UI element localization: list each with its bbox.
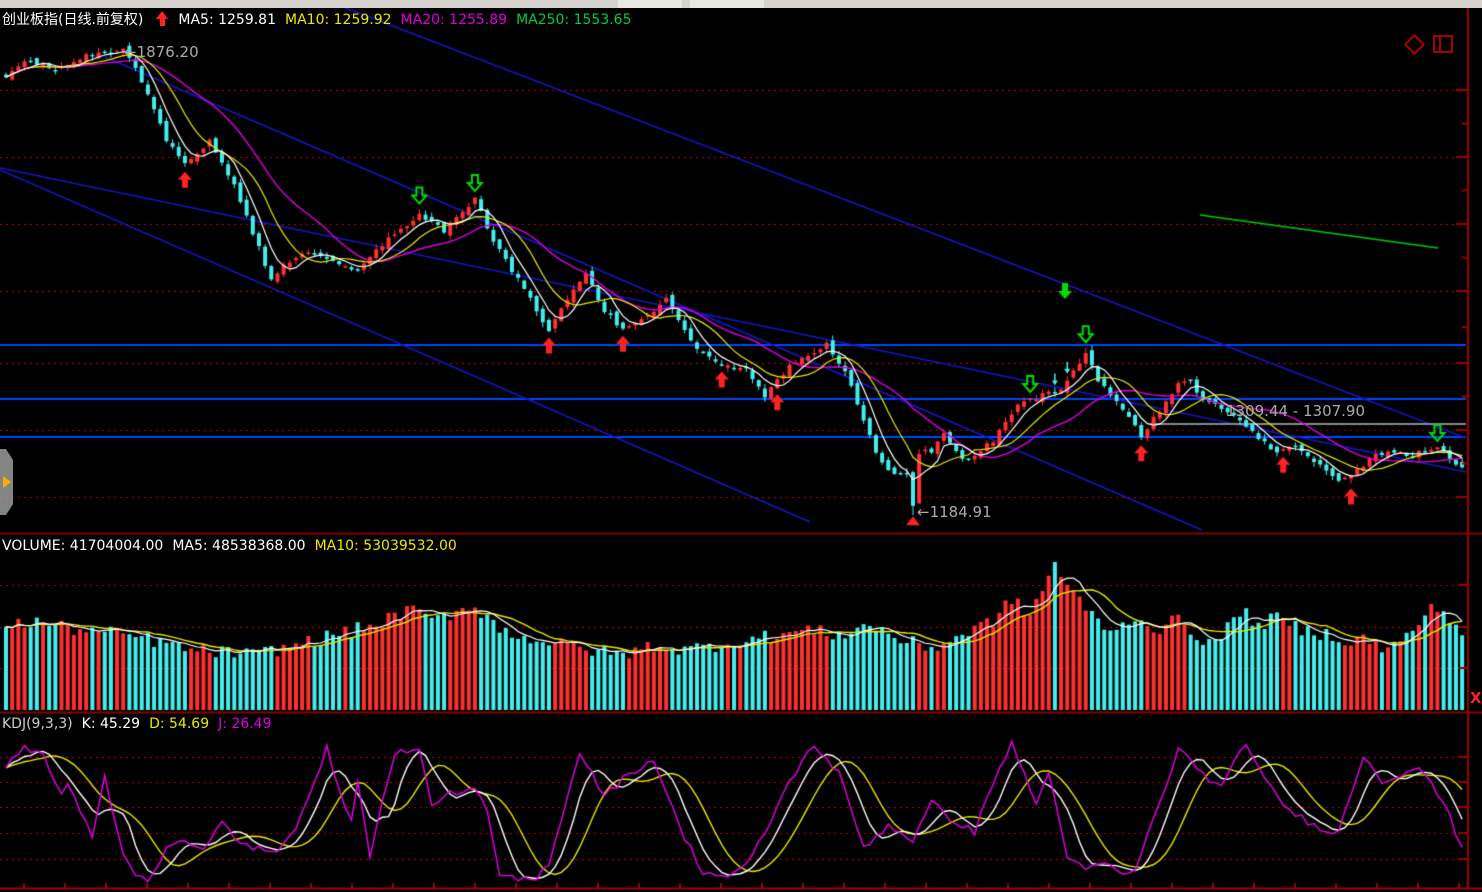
close-indicator-icon[interactable]: X	[1470, 689, 1482, 707]
pointer-left-icon: ←	[917, 503, 930, 521]
kdj-d-value: D: 54.69	[149, 716, 209, 732]
kdj-params: KDJ(9,3,3)	[2, 716, 73, 732]
volume-value: VOLUME: 41704004.00	[2, 538, 163, 554]
chart-canvas[interactable]	[0, 0, 1482, 892]
trading-app-window: 创业板指(日线.前复权) MA5: 1259.81 MA10: 1259.92 MA2…	[0, 0, 1482, 892]
window-top-toolbar-edge	[0, 0, 1482, 8]
ma10-value: MA10: 1259.92	[285, 12, 392, 28]
kdj-j-value: J: 26.49	[218, 716, 271, 732]
volume-ma5-value: MA5: 48538368.00	[172, 538, 305, 554]
kdj-k-value: K: 45.29	[82, 716, 140, 732]
volume-ma10-value: MA10: 53039532.00	[315, 538, 457, 554]
split-window-icon[interactable]	[1433, 35, 1453, 53]
pointer-left-icon: ←	[124, 43, 137, 61]
kdj-header: KDJ(9,3,3) K: 45.29 D: 54.69 J: 26.49	[2, 716, 280, 732]
toolbar-fragment	[690, 0, 764, 8]
up-arrow-icon	[156, 11, 169, 26]
volume-header: VOLUME: 41704004.00 MA5: 48538368.00 MA10:…	[2, 538, 466, 554]
ma5-value: MA5: 1259.81	[178, 12, 276, 28]
expand-arrow-icon	[3, 476, 11, 488]
toolbar-fragment	[618, 0, 682, 8]
sidebar-expand-handle[interactable]	[0, 449, 13, 515]
main-chart-header: 创业板指(日线.前复权) MA5: 1259.81 MA10: 1259.92 MA2…	[2, 9, 641, 29]
ma250-value: MA250: 1553.65	[516, 12, 631, 28]
high-price-label: ←1876.20	[124, 43, 199, 61]
low-price-label: ←1184.91	[917, 503, 992, 521]
price-range-label: 1309.44 - 1307.90	[1226, 402, 1365, 420]
instrument-title: 创业板指(日线.前复权)	[2, 12, 143, 28]
ma20-value: MA20: 1255.89	[401, 12, 508, 28]
